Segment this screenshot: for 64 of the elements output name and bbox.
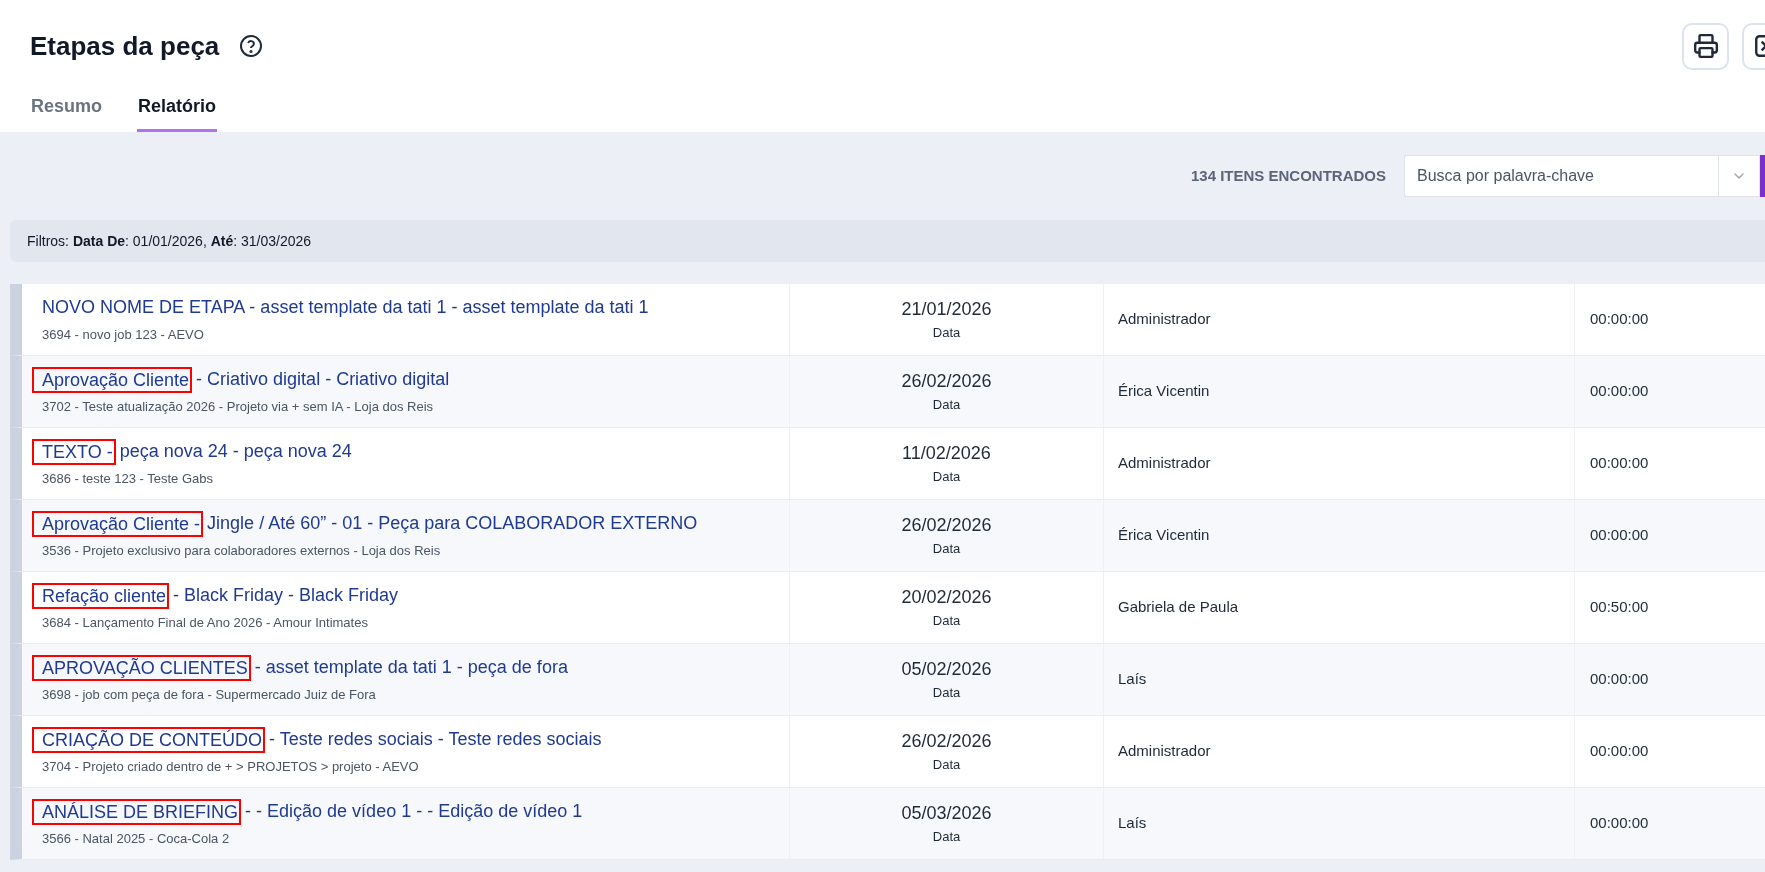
time-text: 00:00:00 bbox=[1590, 525, 1649, 546]
print-icon bbox=[1692, 33, 1719, 59]
job-subtitle: 3702 - Teste atualização 2026 - Projeto via + sem IA - Loja dos Reis bbox=[41, 398, 435, 417]
highlighted-stage-name: CRIAÇÃO DE CONTEÚDO bbox=[32, 726, 266, 753]
date-label: Data bbox=[932, 540, 961, 559]
job-subtitle: 3566 - Natal 2025 - Coca-Cola 2 bbox=[41, 830, 231, 849]
print-button[interactable] bbox=[1682, 22, 1729, 70]
user-name: Laís bbox=[1118, 813, 1147, 834]
user-name: Administrador bbox=[1118, 309, 1211, 330]
date-label: Data bbox=[932, 612, 961, 631]
user-name: Érica Vicentin bbox=[1118, 525, 1210, 546]
filters-text: Filtros: Data De: 01/01/2026, Até: 31/03/2026 bbox=[27, 231, 312, 251]
highlighted-stage-name: TEXTO - bbox=[32, 438, 116, 465]
user-name: Érica Vicentin bbox=[1118, 381, 1210, 402]
tab[interactable]: Resumo bbox=[30, 92, 103, 132]
highlighted-stage-name: APROVAÇÃO CLIENTES bbox=[32, 654, 251, 681]
date-label: Data bbox=[932, 684, 961, 703]
help-icon[interactable] bbox=[239, 34, 264, 58]
page-title: Etapas da peça bbox=[30, 29, 220, 63]
time-text: 00:00:00 bbox=[1590, 309, 1649, 330]
results-count: 134 ITENS ENCONTRADOS bbox=[1190, 165, 1386, 186]
job-subtitle: 3698 - job com peça de fora - Supermercado Juiz de Fora bbox=[41, 686, 377, 705]
date-label: Data bbox=[932, 828, 961, 847]
job-subtitle: 3694 - novo job 123 - AEVO bbox=[41, 326, 205, 345]
highlighted-stage-name: Refação cliente bbox=[32, 582, 170, 609]
tab[interactable]: Relatório bbox=[137, 92, 218, 132]
time-text: 00:00:00 bbox=[1590, 669, 1649, 690]
user-name: Administrador bbox=[1118, 453, 1211, 474]
stage-title[interactable]: - asset template da tati 1 - peça de fora bbox=[254, 654, 568, 682]
stage-title[interactable]: - Black Friday - Black Friday bbox=[173, 582, 399, 610]
time-text: 00:00:00 bbox=[1590, 381, 1649, 402]
time-text: 00:00:00 bbox=[1590, 453, 1649, 474]
user-name: Administrador bbox=[1118, 741, 1211, 762]
time-text: 00:00:00 bbox=[1590, 813, 1649, 834]
date-label: Data bbox=[932, 324, 961, 343]
stage-title[interactable]: - Criativo digital - Criativo digital bbox=[196, 366, 450, 394]
stage-title[interactable]: NOVO NOME DE ETAPA - asset template da tati 1 - asset template da tati 1 bbox=[32, 294, 649, 322]
user-name: Gabriela de Paula bbox=[1118, 597, 1239, 618]
date-text: 26/02/2026 bbox=[901, 514, 992, 538]
search-field[interactable]: Busca por palavra-chave bbox=[1404, 155, 1718, 197]
highlighted-stage-name: Aprovação Cliente bbox=[32, 366, 193, 393]
stage-title[interactable]: - - Edição de vídeo 1 - - Edição de vídeo 1 bbox=[245, 798, 583, 826]
stage-title[interactable]: Jingle / Até 60” - 01 - Peça para COLABORADOR EXTERNO bbox=[207, 510, 698, 538]
date-text: 20/02/2026 bbox=[901, 586, 992, 610]
job-subtitle: 3704 - Projeto criado dentro de + > PROJETOS > projeto - AEVO bbox=[41, 758, 420, 777]
highlighted-stage-name: Aprovação Cliente - bbox=[32, 510, 204, 537]
user-name: Laís bbox=[1118, 669, 1147, 690]
date-text: 05/03/2026 bbox=[901, 802, 992, 826]
date-text: 26/02/2026 bbox=[901, 730, 992, 754]
highlighted-stage-name: ANÁLISE DE BRIEFING bbox=[32, 798, 242, 825]
date-label: Data bbox=[932, 468, 961, 487]
time-text: 00:50:00 bbox=[1590, 597, 1649, 618]
stage-title[interactable]: - Teste redes sociais - Teste redes sociais bbox=[269, 726, 602, 754]
job-subtitle: 3686 - teste 123 - Teste Gabs bbox=[41, 470, 215, 489]
date-text: 11/02/2026 bbox=[902, 442, 991, 466]
time-text: 00:00:00 bbox=[1590, 741, 1649, 762]
job-subtitle: 3684 - Lançamento Final de Ano 2026 - Amour Intimates bbox=[41, 614, 369, 633]
date-label: Data bbox=[932, 396, 961, 415]
stage-title[interactable]: peça nova 24 - peça nova 24 bbox=[119, 438, 352, 466]
date-label: Data bbox=[932, 756, 961, 775]
date-text: 05/02/2026 bbox=[901, 658, 992, 682]
job-subtitle: 3536 - Projeto exclusivo para colaboradores externos - Loja dos Reis bbox=[41, 542, 442, 561]
date-text: 26/02/2026 bbox=[901, 370, 992, 394]
date-text: 21/01/2026 bbox=[901, 298, 992, 322]
